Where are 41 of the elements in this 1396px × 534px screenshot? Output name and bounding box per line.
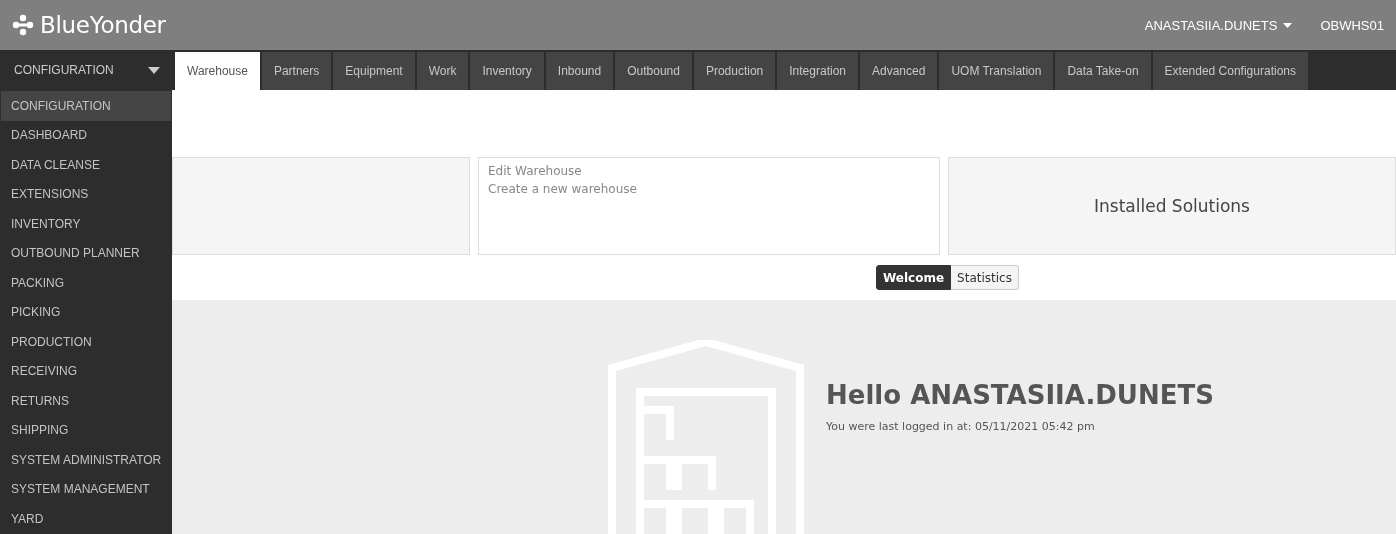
logo-text: BlueYonder: [40, 12, 166, 38]
greeting-heading: Hello ANASTASIIA.DUNETS: [826, 380, 1214, 410]
nav-tab[interactable]: Advanced: [860, 52, 938, 90]
user-menu[interactable]: ANASTASIIA.DUNETS: [1144, 17, 1293, 33]
menu-item[interactable]: PRODUCTION: [1, 327, 171, 357]
nav-tab[interactable]: Integration: [777, 52, 858, 90]
menu-item[interactable]: OUTBOUND PLANNER: [1, 238, 171, 268]
nav-tab[interactable]: Outbound: [615, 52, 692, 90]
menu-item[interactable]: RECEIVING: [1, 356, 171, 386]
nav-tab[interactable]: Work: [416, 52, 469, 90]
nav-tab[interactable]: Extended Configurations: [1152, 52, 1308, 90]
menu-item[interactable]: DATA CLEANSE: [1, 150, 171, 180]
nav-tab[interactable]: Partners: [261, 52, 332, 90]
caret-icon: [1283, 22, 1293, 28]
nav-tab[interactable]: Warehouse: [175, 52, 260, 90]
menu-item[interactable]: INVENTORY: [1, 209, 171, 239]
view-toggle[interactable]: Welcome: [876, 265, 952, 290]
nav-tab[interactable]: Inventory: [470, 52, 544, 90]
menu-item[interactable]: SYSTEM MANAGEMENT: [1, 474, 171, 504]
logo-icon: [12, 14, 34, 36]
menu-item[interactable]: SYSTEM ADMINISTRATOR: [1, 445, 171, 475]
menu-item[interactable]: CONFIGURATION: [1, 91, 171, 121]
nav-tab[interactable]: Inbound: [545, 52, 614, 90]
menu-item[interactable]: SHIPPING: [1, 415, 171, 445]
last-login-text: You were last logged in at: 05/11/2021 05:42 pm: [826, 420, 1096, 433]
menu-item[interactable]: RETURNS: [1, 386, 171, 416]
nav-tab[interactable]: UOM Translation: [939, 52, 1054, 90]
card-link[interactable]: Edit Warehouse: [488, 164, 930, 178]
caret-icon: [148, 66, 160, 74]
nav-tab[interactable]: Production: [693, 52, 776, 90]
warehouse-code[interactable]: OBWHS01: [1320, 17, 1384, 33]
menu-item[interactable]: PICKING: [1, 297, 171, 327]
view-toggle[interactable]: Statistics: [951, 265, 1019, 290]
menu-item[interactable]: PACKING: [1, 268, 171, 298]
menu-item[interactable]: YARD: [1, 504, 171, 534]
card-title[interactable]: Installed Solutions: [1094, 196, 1250, 216]
card-link[interactable]: Create a new warehouse: [488, 182, 930, 196]
menu-item[interactable]: EXTENSIONS: [1, 179, 171, 209]
menu-item[interactable]: DASHBOARD: [1, 120, 171, 150]
nav-tab[interactable]: Equipment: [333, 52, 415, 90]
nav-tab[interactable]: Data Take-on: [1055, 52, 1151, 90]
